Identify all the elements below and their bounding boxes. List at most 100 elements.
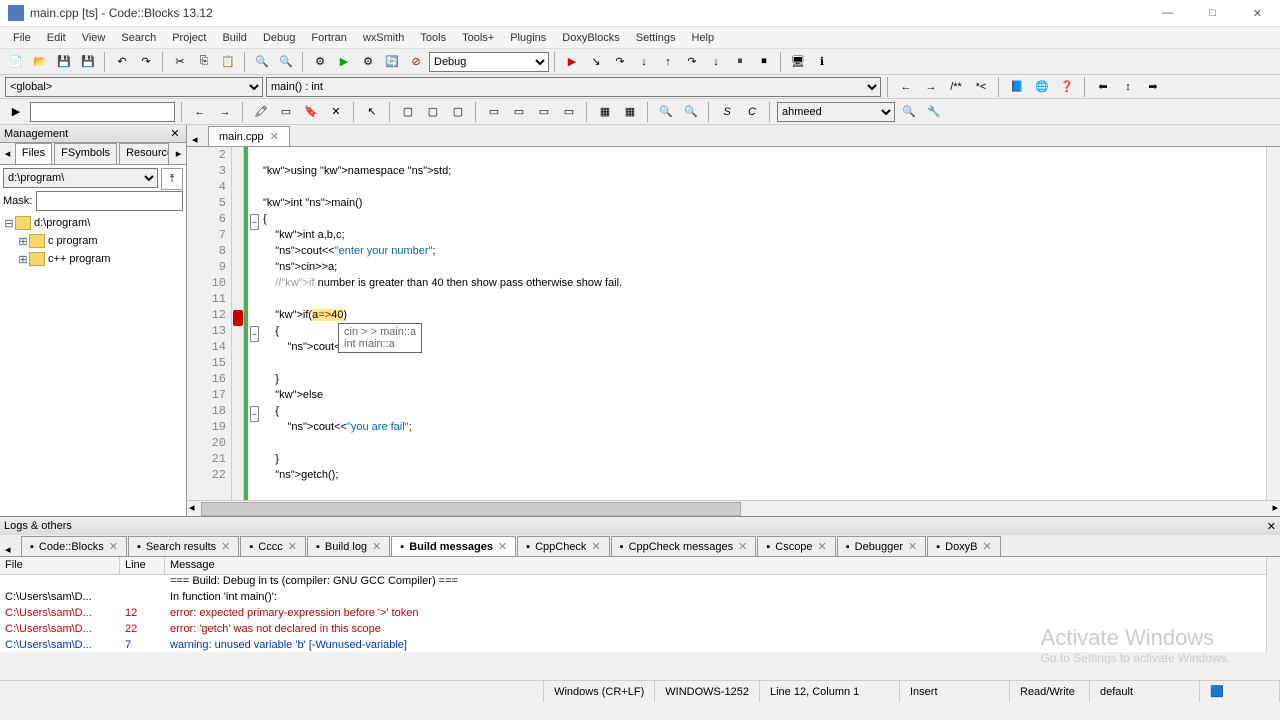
tab-close-icon[interactable]: ✕ (109, 540, 118, 553)
mgmt-tab-prev-icon[interactable]: ◂ (0, 143, 15, 164)
scope-global-select[interactable]: <global> (5, 77, 263, 97)
new-file-icon[interactable]: 📄 (5, 51, 27, 73)
tree-root[interactable]: ⊟ d:\program\ (3, 214, 183, 232)
menu-tools-plus[interactable]: Tools+ (454, 29, 502, 47)
hscroll-right-icon[interactable]: ▸ (1272, 501, 1278, 514)
menu-build[interactable]: Build (214, 29, 254, 47)
next-line-icon[interactable]: ↷ (609, 51, 631, 73)
logs-tab-doxyb[interactable]: ▪DoxyB✕ (927, 536, 1001, 556)
tbl2-icon[interactable]: ▦ (619, 101, 641, 123)
menu-debug[interactable]: Debug (255, 29, 303, 47)
logs-vscroll[interactable] (1266, 557, 1280, 652)
build-run-icon[interactable]: ⚙ (357, 51, 379, 73)
logs-col-line[interactable]: Line (120, 557, 165, 574)
doxy-extract-icon[interactable]: *< (970, 76, 992, 98)
run-icon[interactable]: ▶ (333, 51, 355, 73)
run-script-icon[interactable]: ▶ (5, 101, 27, 123)
step-out-icon[interactable]: ↑ (657, 51, 679, 73)
rebuild-icon[interactable]: 🔄 (381, 51, 403, 73)
nav-back-icon[interactable]: ⬅ (1092, 76, 1114, 98)
menu-plugins[interactable]: Plugins (502, 29, 554, 47)
tree-collapse-icon[interactable]: ⊟ (3, 217, 15, 230)
logs-tab-prev-icon[interactable]: ◂ (5, 543, 21, 556)
abort-icon[interactable]: ⊘ (405, 51, 427, 73)
tbl1-icon[interactable]: ▦ (594, 101, 616, 123)
tab-close-icon[interactable]: ✕ (288, 540, 297, 553)
search-settings-icon[interactable]: 🔧 (923, 101, 945, 123)
doxy-run-icon[interactable]: 📘 (1006, 76, 1028, 98)
path-select[interactable]: d:\program\ (3, 168, 158, 188)
minimize-button[interactable]: — (1145, 0, 1190, 27)
sq1-icon[interactable]: ▢ (397, 101, 419, 123)
find-icon[interactable]: 🔍 (251, 51, 273, 73)
step-into-icon[interactable]: ↓ (633, 51, 655, 73)
menu-view[interactable]: View (74, 29, 114, 47)
redo-icon[interactable]: ↷ (135, 51, 157, 73)
log-row[interactable]: C:\Users\sam\D...In function 'int main()… (0, 591, 1280, 607)
paste-icon[interactable]: 📋 (217, 51, 239, 73)
prev-func-icon[interactable]: ← (895, 76, 917, 98)
rect4-icon[interactable]: ▭ (558, 101, 580, 123)
tree-expand-icon[interactable]: ⊞ (17, 235, 29, 248)
rect3-icon[interactable]: ▭ (533, 101, 555, 123)
run-to-cursor-icon[interactable]: ↘ (585, 51, 607, 73)
info-icon[interactable]: ℹ (811, 51, 833, 73)
build-target-select[interactable]: Debug (429, 52, 549, 72)
logs-close-icon[interactable]: ✕ (1267, 520, 1276, 533)
nav-jump-icon[interactable]: ↕ (1117, 76, 1139, 98)
tab-close-icon[interactable]: ✕ (908, 540, 917, 553)
save-icon[interactable]: 💾 (53, 51, 75, 73)
search-go-icon[interactable]: 🔍 (898, 101, 920, 123)
editor-tab-main[interactable]: main.cpp ✕ (208, 126, 290, 146)
menu-file[interactable]: File (5, 29, 39, 47)
code-editor[interactable]: 2345678910111213141516171819202122 −−− "… (187, 147, 1280, 500)
log-row[interactable]: === Build: Debug in ts (compiler: GNU GC… (0, 575, 1280, 591)
menu-doxyblocks[interactable]: DoxyBlocks (554, 29, 627, 47)
step-into-instr-icon[interactable]: ↓ (705, 51, 727, 73)
path-up-icon[interactable]: ⤒ (161, 168, 183, 190)
close-button[interactable]: ✕ (1235, 0, 1280, 27)
replace-icon[interactable]: 🔍 (275, 51, 297, 73)
logs-tab-cccc[interactable]: ▪Cccc✕ (240, 536, 306, 556)
mgmt-tab-files[interactable]: Files (15, 143, 52, 164)
logs-tab-cscope[interactable]: ▪Cscope✕ (757, 536, 835, 556)
next-instr-icon[interactable]: ↷ (681, 51, 703, 73)
logs-tab-search-results[interactable]: ▪Search results✕ (128, 536, 239, 556)
logs-tab-debugger[interactable]: ▪Debugger✕ (837, 536, 926, 556)
maximize-button[interactable]: □ (1190, 0, 1235, 27)
tab-close-icon[interactable]: ✕ (983, 540, 992, 553)
log-row[interactable]: C:\Users\sam\D...12error: expected prima… (0, 607, 1280, 623)
editor-vscroll[interactable] (1266, 147, 1280, 500)
stop-icon[interactable]: ⏹ (753, 51, 775, 73)
undo-icon[interactable]: ↶ (111, 51, 133, 73)
menu-wxsmith[interactable]: wxSmith (355, 29, 413, 47)
tab-close-icon[interactable]: ✕ (738, 540, 747, 553)
hscroll-thumb[interactable] (201, 502, 741, 516)
debug-windows-icon[interactable]: 🖥 (787, 51, 809, 73)
menu-search[interactable]: Search (113, 29, 164, 47)
scope-function-select[interactable]: main() : int (266, 77, 881, 97)
next-func-icon[interactable]: → (920, 76, 942, 98)
tree-expand-icon[interactable]: ⊞ (17, 253, 29, 266)
logs-tab-build-log[interactable]: ▪Build log✕ (307, 536, 390, 556)
doxy-html-icon[interactable]: 🌐 (1031, 76, 1053, 98)
status-lang-icon[interactable]: 🟦 (1200, 681, 1280, 702)
cut-icon[interactable]: ✂ (169, 51, 191, 73)
editor-tab-close-icon[interactable]: ✕ (270, 130, 279, 143)
management-close-icon[interactable]: ✕ (168, 127, 182, 141)
menu-edit[interactable]: Edit (39, 29, 74, 47)
sq2-icon[interactable]: ▢ (422, 101, 444, 123)
logs-col-message[interactable]: Message (165, 557, 1280, 574)
save-all-icon[interactable]: 💾 (77, 51, 99, 73)
logs-tab-code-blocks[interactable]: ▪Code::Blocks✕ (21, 536, 127, 556)
editor-hscroll[interactable]: ◂ ▸ (187, 500, 1280, 516)
zoom-out-icon[interactable]: 🔍 (680, 101, 702, 123)
tab-close-icon[interactable]: ✕ (498, 540, 507, 553)
menu-tools[interactable]: Tools (412, 29, 454, 47)
mgmt-tab-next-icon[interactable]: ▸ (171, 143, 186, 164)
script-input[interactable] (30, 102, 175, 122)
copy-icon[interactable]: ⎘ (193, 51, 215, 73)
mgmt-tab-resources[interactable]: Resources (119, 143, 169, 164)
doxy-comment-icon[interactable]: /** (945, 76, 967, 98)
jump-forward-icon[interactable]: → (214, 101, 236, 123)
